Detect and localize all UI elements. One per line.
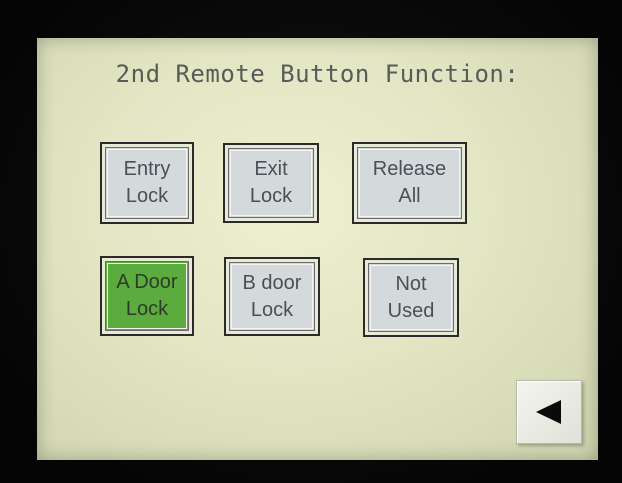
entry-lock-button[interactable]: Entry Lock xyxy=(100,142,194,224)
button-label-line1: B door xyxy=(242,271,302,294)
screen-title: 2nd Remote Button Function: xyxy=(115,60,520,88)
button-label-line2: Lock xyxy=(249,185,293,207)
not-used-button-face: Not Used xyxy=(368,263,454,332)
a-door-lock-button[interactable]: A Door Lock xyxy=(100,256,194,336)
back-button[interactable] xyxy=(516,380,582,444)
button-label-line2: All xyxy=(398,185,421,207)
entry-lock-button-face: Entry Lock xyxy=(105,147,189,219)
button-label-line1: Not xyxy=(395,272,427,295)
left-triangle-icon xyxy=(536,400,561,424)
button-label-line1: Exit xyxy=(254,158,288,180)
release-all-button[interactable]: Release All xyxy=(352,142,467,224)
touch-screen: 2nd Remote Button Function: Entry Lock E… xyxy=(37,38,598,460)
exit-lock-button[interactable]: Exit Lock xyxy=(223,143,319,223)
release-all-button-face: Release All xyxy=(357,147,462,219)
button-label-line2: Lock xyxy=(125,185,169,207)
button-label-line1: Release xyxy=(372,158,447,180)
button-label-line2: Used xyxy=(387,299,435,322)
button-label-line2: Lock xyxy=(125,298,169,320)
button-label-line2: Lock xyxy=(250,298,294,321)
device-bezel: 2nd Remote Button Function: Entry Lock E… xyxy=(0,0,622,483)
exit-lock-button-face: Exit Lock xyxy=(228,148,314,218)
button-label-line1: A Door xyxy=(116,271,178,293)
button-label-line1: Entry xyxy=(123,158,171,180)
not-used-button[interactable]: Not Used xyxy=(363,258,459,337)
b-door-lock-button-face: B door Lock xyxy=(229,262,315,331)
b-door-lock-button[interactable]: B door Lock xyxy=(224,257,320,336)
a-door-lock-button-face: A Door Lock xyxy=(105,261,189,331)
